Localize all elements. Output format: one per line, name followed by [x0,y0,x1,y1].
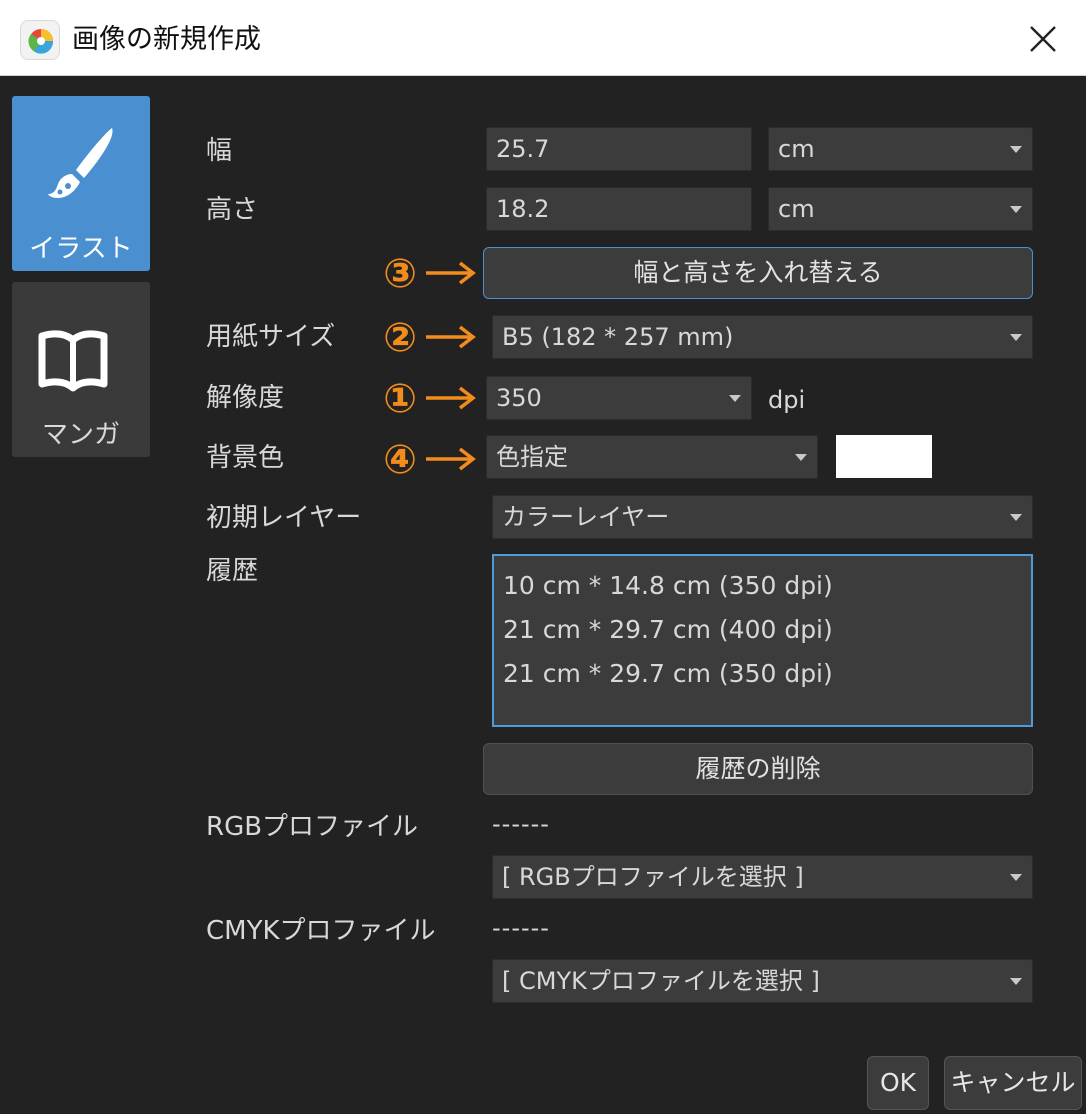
annotation-three-number: ③ [383,251,417,297]
paper-size-value: B5 (182 * 257 mm) [502,323,734,351]
rgb-profile-select-value: [ RGBプロファイルを選択 ] [502,863,804,891]
background-color-swatch[interactable] [836,435,932,478]
resolution-label: 解像度 [206,383,285,413]
close-icon[interactable] [1022,18,1064,60]
initial-layer-label: 初期レイヤー [206,503,362,533]
annotation-one-marker: ① [383,376,476,422]
swap-size-button[interactable]: 幅と高さを入れ替える [483,247,1033,299]
history-item[interactable]: 21 cm * 29.7 cm (400 dpi) [503,608,1031,652]
brush-icon [48,128,113,198]
title-bar: 画像の新規作成 [0,0,1086,76]
rgb-profile-label: RGBプロファイル [206,812,419,842]
history-list[interactable]: 10 cm * 14.8 cm (350 dpi) 21 cm * 29.7 c… [492,554,1033,727]
initial-layer-select[interactable]: カラーレイヤー [492,495,1033,539]
resolution-value: 350 [496,384,542,412]
paper-size-label: 用紙サイズ [206,322,336,352]
cancel-button[interactable]: キャンセル [944,1056,1082,1110]
background-select[interactable]: 色指定 [486,435,818,479]
annotation-three-marker: ③ [383,251,476,297]
paper-size-select[interactable]: B5 (182 * 257 mm) [492,315,1033,359]
tab-manga[interactable]: マンガ [12,282,150,457]
width-input[interactable]: 25.7 [486,127,752,171]
width-label: 幅 [206,136,233,166]
history-item[interactable]: 21 cm * 29.7 cm (350 dpi) [503,652,1031,696]
close-button[interactable] [1022,18,1064,60]
cmyk-profile-select-value: [ CMYKプロファイルを選択 ] [502,967,820,995]
initial-layer-value: カラーレイヤー [502,503,670,531]
annotation-one-number: ① [383,376,417,422]
width-unit-value: cm [778,135,815,163]
annotation-four-marker: ④ [383,437,476,483]
resolution-select[interactable]: 350 [486,376,752,420]
window-title: 画像の新規作成 [72,24,261,55]
cmyk-profile-label: CMYKプロファイル [206,916,436,946]
tab-illust-label: イラスト [29,234,133,264]
height-unit-value: cm [778,195,815,223]
ok-button[interactable]: OK [867,1056,929,1110]
height-unit-select[interactable]: cm [768,187,1033,231]
annotation-two-number: ② [383,315,417,361]
tab-illust[interactable]: イラスト [12,96,150,271]
resolution-unit: dpi [768,386,806,414]
app-icon [20,20,60,60]
delete-history-button[interactable]: 履歴の削除 [483,743,1033,795]
background-label: 背景色 [206,443,285,473]
width-unit-select[interactable]: cm [768,127,1033,171]
height-input[interactable]: 18.2 [486,187,752,231]
cmyk-profile-current: ------ [492,914,550,942]
height-label: 高さ [206,195,259,225]
annotation-two-marker: ② [383,315,476,361]
book-icon [38,330,108,392]
rgb-profile-select[interactable]: [ RGBプロファイルを選択 ] [492,855,1033,899]
background-value: 色指定 [496,443,568,471]
annotation-four-number: ④ [383,437,417,483]
history-item[interactable]: 10 cm * 14.8 cm (350 dpi) [503,564,1031,608]
rgb-profile-current: ------ [492,810,550,838]
tab-manga-label: マンガ [41,420,120,450]
cmyk-profile-select[interactable]: [ CMYKプロファイルを選択 ] [492,959,1033,1003]
history-label: 履歴 [206,556,259,586]
